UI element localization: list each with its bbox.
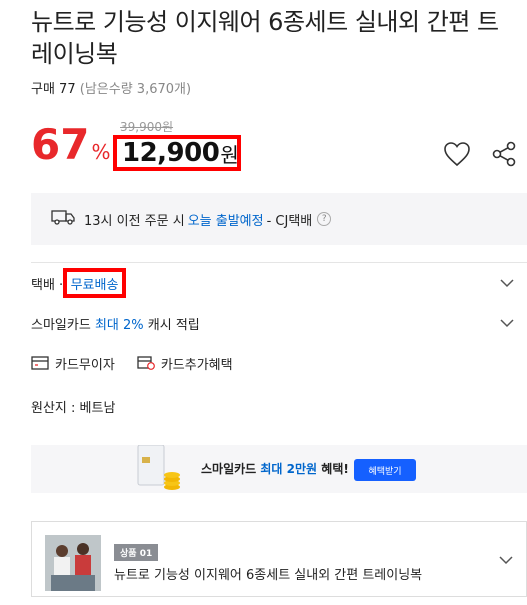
smilecard-banner[interactable]: 스마일카드 최대 2만원 혜택! 혜택받기 bbox=[31, 444, 527, 493]
card-icon bbox=[31, 356, 49, 370]
discount-value: 67 bbox=[31, 120, 90, 169]
help-icon[interactable]: ? bbox=[317, 212, 332, 226]
smilecard-prefix: 스마일카드 bbox=[31, 317, 91, 333]
delivery-carrier: - CJ택배 bbox=[266, 213, 313, 229]
delivery-cutoff: 13시 이전 주문 시 bbox=[84, 213, 185, 229]
smilecard-cash-row[interactable]: 스마일카드 최대 2% 캐시 적립 bbox=[31, 311, 527, 335]
product-thumbnail bbox=[45, 535, 101, 591]
banner-suffix: 혜택! bbox=[321, 462, 349, 476]
product-number-badge: 상품 01 bbox=[114, 544, 159, 561]
card-extra-label[interactable]: 카드추가혜택 bbox=[161, 354, 233, 373]
get-benefit-button[interactable]: 혜택받기 bbox=[354, 459, 416, 481]
sale-price-unit: 원 bbox=[220, 142, 239, 167]
sale-price-value: 12,900 bbox=[122, 138, 220, 168]
smilecard-rate: 최대 2% bbox=[94, 317, 144, 333]
origin-row: 원산지 : 베트남 bbox=[31, 394, 527, 418]
card-coins-icon bbox=[136, 444, 184, 493]
delivery-info: 13시 이전 주문 시 오늘 출발예정 - CJ택배 ? bbox=[31, 193, 527, 245]
heart-icon[interactable] bbox=[442, 139, 472, 169]
origin-text: 원산지 : 베트남 bbox=[31, 400, 116, 416]
divider bbox=[31, 262, 527, 263]
purchase-count: 구매 77 (남은수량 3,670개) bbox=[31, 78, 191, 97]
option-product-name: 뉴트로 기능성 이지웨어 6종세트 실내외 간편 트레이닝복 bbox=[114, 568, 423, 583]
truck-icon bbox=[51, 209, 75, 229]
banner-highlight: 최대 2만원 bbox=[260, 462, 318, 476]
share-icon[interactable] bbox=[489, 139, 519, 169]
card-benefits-row[interactable]: 카드무이자 카드추가혜택 bbox=[31, 351, 527, 375]
free-shipping-badge: 무료배송 bbox=[63, 268, 126, 298]
delivery-eta: 오늘 출발예정 bbox=[187, 213, 264, 229]
product-title: 뉴트로 기능성 이지웨어 6종세트 실내외 간편 트레이닝복 bbox=[31, 8, 499, 68]
smilecard-suffix: 캐시 적립 bbox=[147, 317, 200, 333]
original-price: 39,900원 bbox=[120, 120, 174, 134]
card-installment-label[interactable]: 카드무이자 bbox=[55, 354, 115, 373]
chevron-down-icon[interactable] bbox=[498, 552, 514, 572]
card-plus-icon bbox=[137, 356, 155, 370]
banner-prefix: 스마일카드 bbox=[201, 462, 257, 476]
shipping-label: 택배 · bbox=[31, 277, 64, 293]
banner-text: 스마일카드 최대 2만원 혜택! bbox=[201, 460, 349, 477]
remaining-stock: (남은수량 3,670개) bbox=[79, 82, 192, 97]
chevron-down-icon[interactable] bbox=[499, 315, 515, 335]
chevron-down-icon[interactable] bbox=[499, 275, 515, 295]
sale-price: 12,900 원 bbox=[113, 135, 241, 171]
option-product-card[interactable]: 상품 01 뉴트로 기능성 이지웨어 6종세트 실내외 간편 트레이닝복 bbox=[31, 521, 527, 597]
discount-unit: % bbox=[91, 140, 111, 164]
purchase-label: 구매 77 bbox=[31, 82, 76, 97]
discount-rate: 67% bbox=[31, 122, 110, 175]
